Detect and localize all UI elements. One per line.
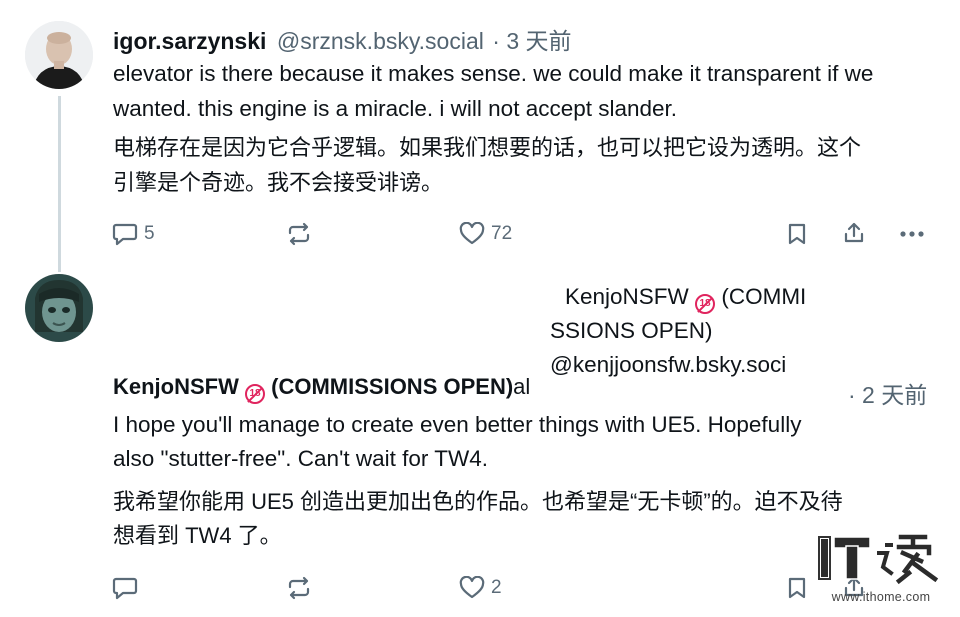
post-header: KenjoNSFW 18 (COMMISSIONS OPEN)al — [113, 374, 530, 404]
like-button[interactable]: 2 — [459, 576, 502, 600]
share-button[interactable] — [842, 221, 866, 245]
handle-tail: al — [513, 374, 531, 399]
reply-icon — [112, 577, 138, 600]
overlay-name: KenjoNSFW — [565, 284, 689, 309]
author-name[interactable]: igor.sarzynski — [113, 28, 266, 54]
repost-icon — [288, 222, 310, 246]
post-text-en-line2: also "stutter-free". Can't wait for TW4. — [113, 446, 488, 471]
reply-button[interactable] — [112, 576, 138, 600]
share-icon — [844, 222, 864, 243]
ithome-logo-icon — [818, 534, 939, 585]
age-restricted-icon: 18 — [245, 384, 266, 404]
post-text-cn-line1: 电梯存在是因为它合乎逻辑。如果我们想要的话，也可以把它设为透明。这个 — [113, 135, 862, 160]
repost-button[interactable] — [286, 222, 312, 246]
avatar-kenjo[interactable] — [25, 274, 93, 342]
repost-icon — [288, 576, 310, 600]
bookmark-icon — [788, 577, 806, 599]
heart-icon — [459, 222, 485, 245]
reply-button[interactable]: 5 — [112, 222, 155, 246]
reply-count: 5 — [144, 223, 155, 244]
age-restricted-icon: 18 — [695, 294, 716, 314]
avatar-image — [25, 274, 93, 342]
avatar-igor[interactable] — [25, 21, 93, 89]
post-text-en-line1: I hope you'll manage to create even bett… — [113, 412, 802, 437]
post-time[interactable]: · 3 天前 — [492, 28, 571, 54]
author-handle[interactable]: @srznsk.bsky.social — [277, 28, 484, 54]
like-count: 2 — [491, 577, 502, 598]
heart-icon — [459, 576, 485, 599]
post-text-cn-line2: 想看到 TW4 了。 — [113, 523, 282, 548]
author-overlay: KenjoNSFW 18 (COMMI SSIONS OPEN) @kenjjo… — [550, 280, 850, 382]
more-button[interactable] — [898, 222, 926, 246]
bookmark-icon — [788, 223, 806, 245]
author-name[interactable]: KenjoNSFW — [113, 374, 239, 399]
watermark-url: www.ithome.com — [831, 590, 931, 604]
reply-icon — [112, 223, 138, 246]
bookmark-button[interactable] — [786, 576, 808, 600]
post-text-cn-line1: 我希望你能用 UE5 创造出更加出色的作品。也希望是“无卡顿”的。迫不及待 — [113, 489, 843, 514]
avatar-image — [25, 21, 93, 89]
bookmark-button[interactable] — [786, 222, 808, 246]
post-text-cn-line2: 引擎是个奇迹。我不会接受诽谤。 — [113, 170, 444, 195]
more-icon — [900, 231, 924, 237]
like-button[interactable]: 72 — [459, 222, 512, 246]
overlay-name-line2: SSIONS OPEN) — [550, 318, 713, 343]
author-name-suffix[interactable]: (COMMISSIONS OPEN) — [271, 374, 513, 399]
overlay-name-suffix: (COMMI — [721, 284, 807, 309]
repost-button[interactable] — [286, 576, 312, 600]
thread-line — [58, 96, 61, 272]
post-time[interactable]: · 2 天前 — [848, 376, 927, 410]
post-text-en: elevator is there because it makes sense… — [113, 61, 874, 121]
ithome-watermark: www.ithome.com — [817, 533, 945, 605]
overlay-handle: @kenjjoonsfw.bsky.soci — [550, 352, 787, 377]
post-header: igor.sarzynski @srznsk.bsky.social · 3 天… — [113, 22, 572, 56]
like-count: 72 — [491, 223, 513, 244]
